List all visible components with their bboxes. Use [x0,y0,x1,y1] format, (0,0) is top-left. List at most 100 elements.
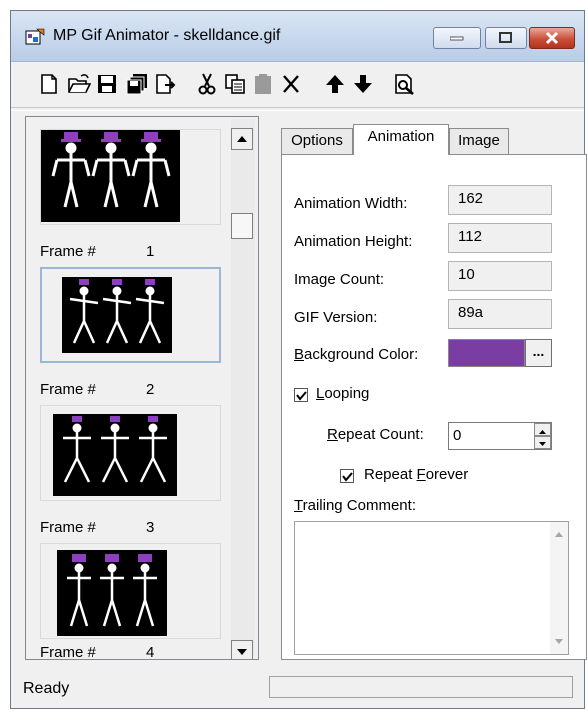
copy-icon [225,74,245,94]
repeat-forever-label: Repeat Forever [364,466,468,483]
trailing-comment-label: Trailing Comment: [294,497,416,514]
repeat-forever-label-text: orever [425,466,469,483]
background-color-picker-button[interactable]: ... [525,339,552,367]
save-all-icon [126,74,147,95]
looping-label: Looping [316,385,369,402]
mnemonic-letter: B [294,346,305,363]
spinner-buttons [534,423,551,449]
mnemonic-letter: T [294,497,303,514]
move-down-button[interactable] [351,72,375,96]
toolbar [11,62,584,106]
save-icon [98,75,116,93]
animation-height-label: Animation Height: [294,233,413,250]
gif-version-value: 89a [448,299,552,329]
frame-thumbnail [57,550,167,636]
mnemonic-letter: R [327,426,338,443]
repeat-count-label-text: epeat Count: [337,426,424,443]
status-text: Ready [23,680,70,697]
app-window: MP Gif Animator - skelldance.gif Frame #… [10,10,587,710]
animation-width-value: 162 [448,185,552,215]
frame-list[interactable]: Frame # 1 Frame # 2 Frame # 3 Frame # 4 [25,116,259,660]
cut-button[interactable] [195,72,219,96]
export-button[interactable] [153,72,177,96]
copy-button[interactable] [223,72,247,96]
title-bar[interactable]: MP Gif Animator - skelldance.gif [11,11,584,62]
move-down-icon [354,75,372,93]
scroll-down-button[interactable] [231,640,253,659]
frame-number: 3 [146,519,155,536]
export-icon [156,74,176,94]
maximize-button[interactable] [485,27,527,49]
status-panel [269,676,573,698]
gif-version-label: GIF Version: [294,309,378,326]
save-button[interactable] [95,72,119,96]
arrow-up-icon [237,136,247,142]
animation-width-label: Animation Width: [294,195,408,212]
checkmark-icon [342,472,353,482]
repeat-count-spinner[interactable]: 0 [448,422,552,450]
move-up-icon [326,75,344,93]
cut-icon [198,73,216,95]
minimize-button[interactable] [433,27,481,49]
frame-thumbnail [53,414,177,496]
background-color-label: Background Color: [294,346,418,363]
frame-label: Frame # [40,644,96,660]
minimize-icon [450,36,464,41]
delete-icon [283,75,299,93]
arrow-down-icon [539,442,546,446]
frame-item-selected[interactable] [40,267,221,363]
maximize-icon [499,32,512,43]
delete-button[interactable] [279,72,303,96]
status-bar: Ready [11,672,584,710]
repeat-forever-checkbox[interactable] [340,469,354,483]
animation-height-value: 112 [448,223,552,253]
tab-options[interactable]: Options [281,128,353,154]
close-icon [545,31,559,45]
open-button[interactable] [67,72,92,96]
arrow-down-icon [555,639,563,644]
close-button[interactable] [529,27,575,49]
frame-item[interactable] [40,405,221,501]
repeat-forever-label-prefix: Repeat [364,466,417,483]
image-count-value: 10 [448,261,552,291]
spin-up-button[interactable] [534,423,551,436]
looping-checkbox[interactable] [294,388,308,402]
repeat-count-input[interactable]: 0 [453,427,461,444]
frame-label: Frame # [40,243,96,260]
frame-item[interactable] [40,543,221,639]
window-title: MP Gif Animator - skelldance.gif [53,27,281,44]
frame-number: 4 [146,644,155,660]
paste-button [251,72,275,96]
spin-down-button[interactable] [534,436,551,449]
trailing-comment-textarea[interactable] [294,521,569,655]
frame-number: 1 [146,243,155,260]
frame-label: Frame # [40,519,96,536]
background-color-label-text: ackground Color: [304,346,419,363]
frame-thumbnail [62,277,172,353]
checkmark-icon [296,391,307,401]
app-icon [25,28,45,45]
arrow-up-icon [555,532,563,537]
new-icon [41,74,57,94]
trailing-comment-label-text: railing Comment: [302,497,416,514]
move-up-button[interactable] [323,72,347,96]
frame-item[interactable] [40,129,221,225]
open-icon [68,74,92,93]
preview-button[interactable] [393,72,417,96]
frame-thumbnail [41,130,180,222]
scroll-thumb[interactable] [231,213,253,239]
tab-image[interactable]: Image [449,128,509,154]
frame-list-scrollbar[interactable] [231,119,255,659]
animation-panel: Animation Width: 162 Animation Height: 1… [281,154,587,660]
new-button[interactable] [37,72,61,96]
image-count-label: Image Count: [294,271,385,288]
tab-animation[interactable]: Animation [353,124,449,155]
save-all-button[interactable] [125,72,149,96]
background-color-swatch[interactable] [448,339,525,367]
scroll-up-button[interactable] [231,128,253,150]
arrow-down-icon [237,649,247,655]
frame-number: 2 [146,381,155,398]
mnemonic-letter: F [416,466,426,483]
comment-scrollbar[interactable] [550,522,568,654]
repeat-count-label: Repeat Count: [327,426,424,443]
